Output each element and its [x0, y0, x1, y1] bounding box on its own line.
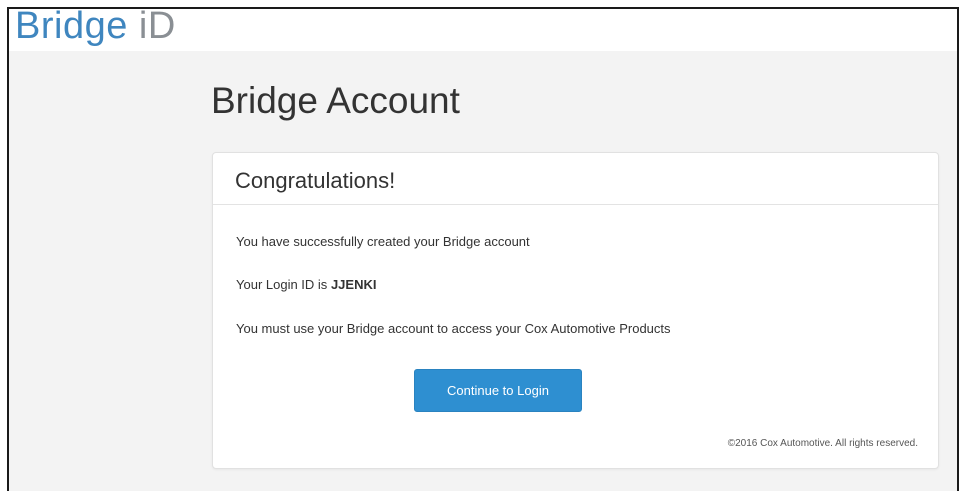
browser-frame: Bridge iD Bridge Account Congratulations… — [7, 7, 959, 491]
copyright-notice: ©2016 Cox Automotive. All rights reserve… — [727, 438, 918, 449]
bridge-id-logo[interactable]: Bridge iD — [15, 7, 176, 49]
login-id-value: JJENKI — [330, 277, 377, 292]
access-products-message: You must use your Bridge account to acce… — [236, 321, 671, 336]
panel-heading: Congratulations! — [213, 153, 938, 205]
login-id-message: Your Login ID is JJENKI — [236, 277, 376, 293]
continue-to-login-button[interactable]: Continue to Login — [414, 369, 582, 412]
logo-brand: Bridge — [15, 7, 128, 47]
top-bar: Bridge iD — [9, 9, 957, 51]
account-created-message: You have successfully created your Bridg… — [236, 234, 530, 249]
panel-title: Congratulations! — [235, 168, 396, 193]
confirmation-panel: Congratulations! You have successfully c… — [212, 152, 939, 469]
login-id-prefix: Your Login ID is — [236, 277, 328, 292]
page-title: Bridge Account — [211, 80, 460, 121]
panel-body: You have successfully created your Bridg… — [213, 205, 938, 469]
logo-suffix: iD — [138, 7, 176, 47]
